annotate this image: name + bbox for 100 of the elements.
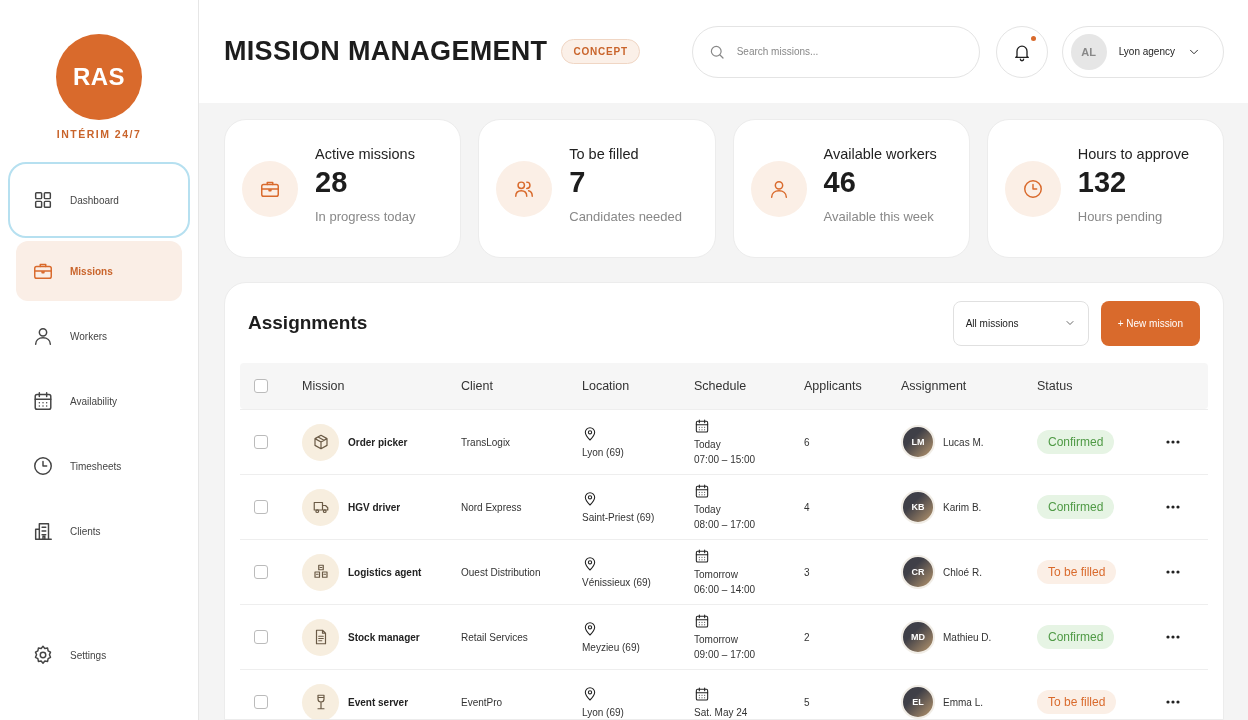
section-title: Assignments (248, 312, 369, 334)
calendar-icon (32, 390, 54, 412)
schedule-day: Today (694, 503, 804, 516)
schedule-hours: 08:00 – 17:00 (694, 518, 757, 531)
schedule-hours: 07:00 – 15:00 (694, 453, 757, 466)
calendar-icon (694, 685, 710, 702)
applicants-cell-text: 3 (804, 566, 811, 578)
stat-label: Hours to approve (1077, 146, 1189, 162)
pin-icon (582, 490, 598, 507)
applicants-cell-text: 5 (804, 696, 811, 708)
filter-dropdown[interactable]: All missions (952, 300, 1089, 346)
more-button[interactable] (1166, 700, 1180, 704)
row-checkbox[interactable] (254, 630, 268, 644)
mission-name: HGV driver (348, 501, 401, 513)
sidebar-item[interactable]: Clients (16, 501, 182, 561)
clock-icon (1021, 178, 1044, 200)
stat-note: Candidates needed (569, 209, 682, 224)
worker-name: Karim B. (943, 501, 982, 513)
worker-name: Lucas M. (943, 436, 984, 448)
sidebar-item[interactable]: Timesheets (16, 436, 182, 496)
row-checkbox[interactable] (254, 565, 268, 579)
schedule-day: Tomorrow (694, 568, 804, 581)
stat-value: 28 (315, 166, 349, 199)
box-icon (311, 433, 330, 451)
avatar: MD (901, 620, 935, 654)
location-cell-text: Lyon (69) (582, 705, 625, 719)
settings-icon (32, 644, 54, 666)
schedule-hours: 06:00 – 14:00 (694, 583, 757, 596)
more-button[interactable] (1166, 505, 1180, 509)
status-badge: To be filled (1037, 560, 1117, 584)
applicants-cell-text: 6 (804, 436, 811, 448)
more-button[interactable] (1166, 440, 1180, 444)
column-header: Applicants (804, 379, 863, 393)
applicants-cell-text: 4 (804, 501, 811, 513)
more-icon (1166, 635, 1180, 639)
client-cell-text: EventPro (461, 696, 504, 708)
location-cell-text: Lyon (69) (582, 445, 625, 459)
concept-badge: CONCEPT (561, 39, 640, 64)
more-icon (1166, 570, 1180, 574)
stat-label: To be filled (569, 146, 640, 162)
stat-value: 132 (1077, 166, 1128, 199)
row-checkbox[interactable] (254, 435, 268, 449)
avatar: AL (1070, 33, 1107, 70)
pin-icon (582, 425, 598, 442)
client-cell-text: Nord Express (461, 501, 523, 513)
schedule-hours: 09:00 – 17:00 (694, 648, 757, 661)
client-cell-text: TransLogix (461, 436, 512, 448)
boxes-icon (311, 563, 330, 581)
search-field[interactable]: Search missions... (691, 25, 980, 78)
avatar: LM (901, 425, 935, 459)
mission-name: Stock manager (348, 631, 420, 643)
grid-icon (32, 189, 54, 211)
stat-note: Hours pending (1077, 209, 1164, 224)
avatar: CR (901, 555, 935, 589)
calendar-icon (694, 418, 710, 434)
schedule-day: Today (694, 438, 804, 451)
more-icon (1166, 700, 1180, 704)
mission-name: Order picker (348, 436, 408, 448)
sidebar-item[interactable]: Availability (16, 371, 182, 431)
stat-note: In progress today (315, 209, 416, 224)
pin-icon (582, 555, 598, 572)
mission-name: Event server (348, 696, 409, 708)
stat-label: Available workers (823, 146, 937, 162)
row-checkbox[interactable] (254, 500, 268, 514)
account-menu[interactable]: AL Lyon agency (1061, 25, 1224, 78)
avatar: EL (901, 685, 935, 719)
calendar-icon (694, 548, 710, 564)
tagline: INTÉRIM 24/7 (55, 128, 143, 140)
calendar-icon (694, 483, 710, 499)
sidebar-item[interactable]: Dashboard (10, 164, 188, 236)
avatar: KB (901, 490, 935, 524)
location-cell-text: Vénissieux (69) (582, 575, 652, 589)
column-header: Location (582, 379, 631, 393)
row-checkbox[interactable] (254, 695, 268, 709)
sidebar-item[interactable]: Settings (16, 625, 182, 685)
logo: RAS (56, 34, 142, 120)
worker-name: Emma L. (943, 696, 983, 708)
clock-icon (32, 455, 54, 477)
more-icon (1166, 440, 1180, 444)
calendar-icon (694, 613, 710, 629)
people-icon (513, 178, 536, 200)
stat-note: Available this week (823, 209, 935, 224)
select-all-checkbox[interactable] (254, 379, 268, 393)
worker-name: Chloé R. (943, 566, 982, 578)
schedule-day: Sat. May 24 (694, 705, 804, 719)
status-badge: To be filled (1037, 690, 1117, 714)
column-header: Client (461, 379, 494, 393)
sidebar-item[interactable]: Workers (16, 306, 182, 366)
worker-name: Mathieu D. (943, 631, 992, 643)
column-header: Schedule (694, 379, 748, 393)
applicants-cell-text: 2 (804, 631, 811, 643)
pin-icon (582, 685, 598, 702)
sidebar-item[interactable]: Missions (16, 241, 182, 301)
more-button[interactable] (1166, 635, 1180, 639)
mission-name: Logistics agent (348, 566, 422, 578)
more-button[interactable] (1166, 570, 1180, 574)
stat-value: 7 (569, 166, 587, 199)
building-icon (32, 520, 54, 542)
client-cell-text: Retail Services (461, 631, 529, 643)
pin-icon (582, 620, 598, 637)
